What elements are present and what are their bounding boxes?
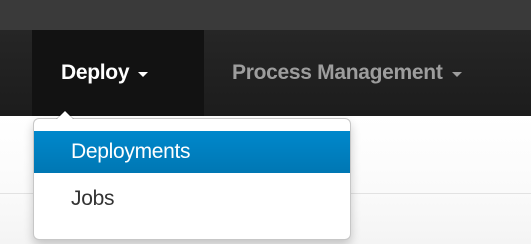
nav-item-deploy-label: Deploy (61, 61, 130, 84)
nav-item-process-management-label: Process Management (232, 61, 443, 84)
deploy-dropdown-menu: Deployments Jobs (33, 110, 351, 240)
nav-item-process-management[interactable]: Process Management (232, 30, 462, 116)
window-top-strip (0, 0, 531, 30)
nav-item-deploy[interactable]: Deploy (32, 30, 204, 116)
menu-item-deployments[interactable]: Deployments (34, 131, 350, 173)
caret-down-icon (451, 71, 462, 77)
main-navbar: Deploy Process Management (0, 30, 531, 116)
menu-item-jobs[interactable]: Jobs (34, 179, 350, 219)
dropdown-pointer-fill (57, 111, 73, 119)
caret-down-icon (138, 71, 149, 77)
